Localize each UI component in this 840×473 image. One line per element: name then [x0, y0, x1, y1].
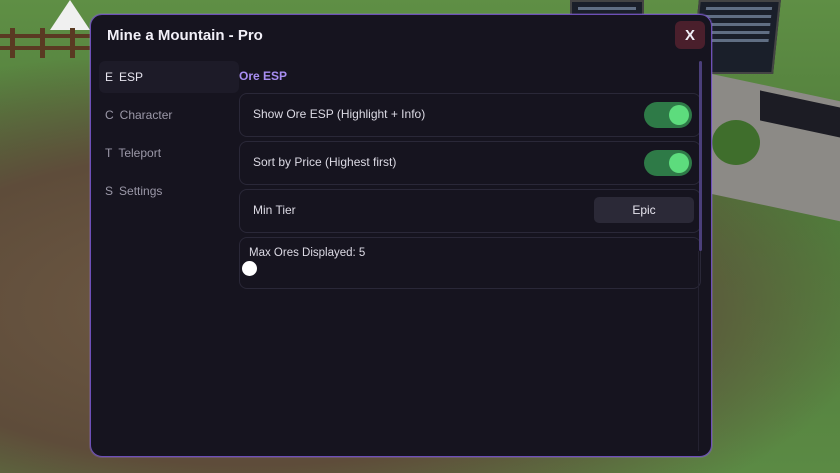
max-ores-slider-handle[interactable]	[242, 261, 257, 276]
toggle-knob	[669, 153, 689, 173]
content-scrollbar[interactable]	[699, 61, 702, 251]
show-ore-esp-toggle[interactable]	[644, 102, 692, 128]
show-ore-esp-row: Show Ore ESP (Highlight + Info)	[239, 93, 701, 137]
sort-by-price-toggle[interactable]	[644, 150, 692, 176]
sidebar: E ESP C Character T Teleport S Settings	[99, 61, 239, 213]
scroll-divider	[698, 251, 699, 451]
max-ores-slider-track[interactable]	[248, 269, 690, 271]
hub-window: Mine a Mountain - Pro X E ESP C Characte…	[90, 14, 712, 457]
section-title: Ore ESP	[239, 69, 288, 83]
sidebar-item-settings[interactable]: S Settings	[99, 175, 239, 207]
min-tier-dropdown[interactable]: Epic	[594, 197, 694, 223]
character-letter-icon: C	[105, 108, 114, 122]
teleport-letter-icon: T	[105, 146, 113, 160]
esp-letter-icon: E	[105, 70, 114, 84]
sort-by-price-label: Sort by Price (Highest first)	[253, 155, 397, 169]
window-title: Mine a Mountain - Pro	[107, 27, 263, 44]
sidebar-item-label: Teleport	[118, 146, 162, 160]
sidebar-item-label: ESP	[119, 70, 144, 84]
show-ore-esp-label: Show Ore ESP (Highlight + Info)	[253, 107, 426, 121]
fence	[0, 28, 90, 58]
sidebar-item-label: Settings	[119, 184, 163, 198]
max-ores-row: Max Ores Displayed: 5	[239, 237, 701, 289]
toggle-knob	[669, 105, 689, 125]
bush	[712, 120, 760, 165]
close-button[interactable]: X	[675, 21, 705, 49]
min-tier-label: Min Tier	[253, 203, 296, 217]
max-ores-label: Max Ores Displayed: 5	[249, 247, 366, 259]
min-tier-row: Min Tier Epic	[239, 189, 701, 233]
esp-content-panel: Ore ESP Show Ore ESP (Highlight + Info) …	[239, 67, 701, 453]
sidebar-item-esp[interactable]: E ESP	[99, 61, 239, 93]
settings-letter-icon: S	[105, 184, 114, 198]
sidebar-item-label: Character	[119, 108, 173, 122]
sidebar-item-teleport[interactable]: T Teleport	[99, 137, 239, 169]
sort-by-price-row: Sort by Price (Highest first)	[239, 141, 701, 185]
sidebar-item-character[interactable]: C Character	[99, 99, 239, 131]
